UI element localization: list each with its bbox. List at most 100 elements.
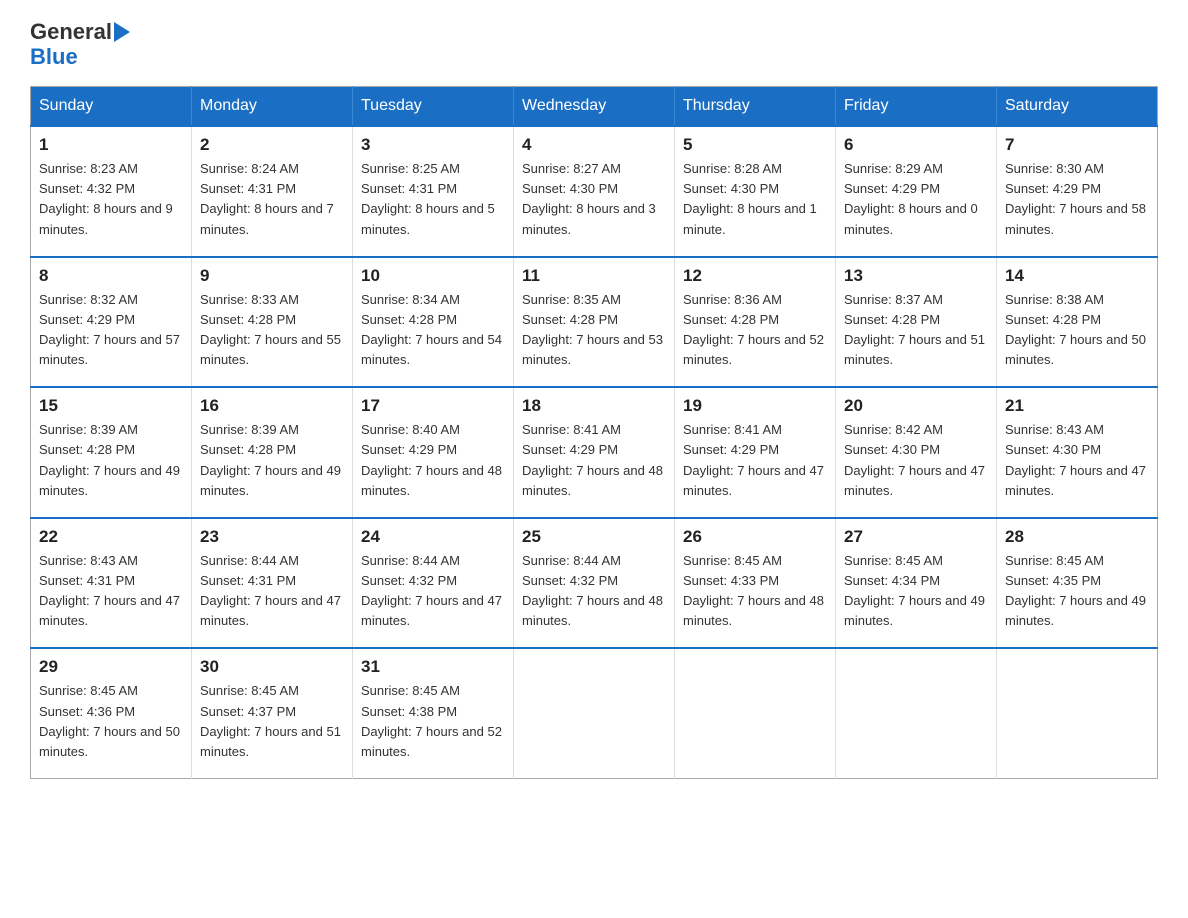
day-info: Sunrise: 8:30 AM Sunset: 4:29 PM Dayligh… [1005,159,1149,240]
day-number: 8 [39,266,183,286]
day-number: 26 [683,527,827,547]
day-info: Sunrise: 8:45 AM Sunset: 4:33 PM Dayligh… [683,551,827,632]
day-number: 29 [39,657,183,677]
day-info: Sunrise: 8:36 AM Sunset: 4:28 PM Dayligh… [683,290,827,371]
day-number: 12 [683,266,827,286]
day-info: Sunrise: 8:23 AM Sunset: 4:32 PM Dayligh… [39,159,183,240]
day-number: 1 [39,135,183,155]
day-number: 21 [1005,396,1149,416]
day-info: Sunrise: 8:44 AM Sunset: 4:32 PM Dayligh… [361,551,505,632]
day-info: Sunrise: 8:42 AM Sunset: 4:30 PM Dayligh… [844,420,988,501]
day-number: 10 [361,266,505,286]
calendar-cell: 20 Sunrise: 8:42 AM Sunset: 4:30 PM Dayl… [836,387,997,518]
day-number: 20 [844,396,988,416]
calendar-cell: 15 Sunrise: 8:39 AM Sunset: 4:28 PM Dayl… [31,387,192,518]
header-saturday: Saturday [997,87,1158,127]
day-number: 16 [200,396,344,416]
day-number: 23 [200,527,344,547]
calendar-week-row: 22 Sunrise: 8:43 AM Sunset: 4:31 PM Dayl… [31,518,1158,649]
day-info: Sunrise: 8:43 AM Sunset: 4:30 PM Dayligh… [1005,420,1149,501]
day-number: 6 [844,135,988,155]
calendar-table: SundayMondayTuesdayWednesdayThursdayFrid… [30,86,1158,779]
logo: General Blue [30,20,130,70]
day-info: Sunrise: 8:45 AM Sunset: 4:35 PM Dayligh… [1005,551,1149,632]
calendar-week-row: 29 Sunrise: 8:45 AM Sunset: 4:36 PM Dayl… [31,648,1158,778]
calendar-cell: 9 Sunrise: 8:33 AM Sunset: 4:28 PM Dayli… [192,257,353,388]
calendar-cell: 13 Sunrise: 8:37 AM Sunset: 4:28 PM Dayl… [836,257,997,388]
day-number: 9 [200,266,344,286]
day-info: Sunrise: 8:38 AM Sunset: 4:28 PM Dayligh… [1005,290,1149,371]
calendar-cell: 18 Sunrise: 8:41 AM Sunset: 4:29 PM Dayl… [514,387,675,518]
day-info: Sunrise: 8:45 AM Sunset: 4:36 PM Dayligh… [39,681,183,762]
calendar-cell [836,648,997,778]
calendar-cell: 24 Sunrise: 8:44 AM Sunset: 4:32 PM Dayl… [353,518,514,649]
day-number: 19 [683,396,827,416]
day-number: 31 [361,657,505,677]
day-number: 28 [1005,527,1149,547]
day-info: Sunrise: 8:33 AM Sunset: 4:28 PM Dayligh… [200,290,344,371]
day-info: Sunrise: 8:39 AM Sunset: 4:28 PM Dayligh… [200,420,344,501]
day-info: Sunrise: 8:34 AM Sunset: 4:28 PM Dayligh… [361,290,505,371]
calendar-cell: 19 Sunrise: 8:41 AM Sunset: 4:29 PM Dayl… [675,387,836,518]
calendar-cell: 3 Sunrise: 8:25 AM Sunset: 4:31 PM Dayli… [353,126,514,257]
header-tuesday: Tuesday [353,87,514,127]
calendar-header-row: SundayMondayTuesdayWednesdayThursdayFrid… [31,87,1158,127]
day-number: 3 [361,135,505,155]
day-number: 14 [1005,266,1149,286]
day-number: 27 [844,527,988,547]
calendar-week-row: 8 Sunrise: 8:32 AM Sunset: 4:29 PM Dayli… [31,257,1158,388]
day-number: 7 [1005,135,1149,155]
calendar-cell: 21 Sunrise: 8:43 AM Sunset: 4:30 PM Dayl… [997,387,1158,518]
day-number: 2 [200,135,344,155]
logo-general: General [30,20,112,44]
calendar-cell: 2 Sunrise: 8:24 AM Sunset: 4:31 PM Dayli… [192,126,353,257]
calendar-cell: 14 Sunrise: 8:38 AM Sunset: 4:28 PM Dayl… [997,257,1158,388]
calendar-cell: 6 Sunrise: 8:29 AM Sunset: 4:29 PM Dayli… [836,126,997,257]
day-info: Sunrise: 8:45 AM Sunset: 4:34 PM Dayligh… [844,551,988,632]
calendar-cell: 25 Sunrise: 8:44 AM Sunset: 4:32 PM Dayl… [514,518,675,649]
day-number: 13 [844,266,988,286]
day-info: Sunrise: 8:25 AM Sunset: 4:31 PM Dayligh… [361,159,505,240]
calendar-cell [675,648,836,778]
day-number: 4 [522,135,666,155]
calendar-cell: 5 Sunrise: 8:28 AM Sunset: 4:30 PM Dayli… [675,126,836,257]
calendar-cell: 10 Sunrise: 8:34 AM Sunset: 4:28 PM Dayl… [353,257,514,388]
day-info: Sunrise: 8:35 AM Sunset: 4:28 PM Dayligh… [522,290,666,371]
calendar-cell: 22 Sunrise: 8:43 AM Sunset: 4:31 PM Dayl… [31,518,192,649]
header-thursday: Thursday [675,87,836,127]
calendar-week-row: 1 Sunrise: 8:23 AM Sunset: 4:32 PM Dayli… [31,126,1158,257]
calendar-cell: 26 Sunrise: 8:45 AM Sunset: 4:33 PM Dayl… [675,518,836,649]
day-info: Sunrise: 8:32 AM Sunset: 4:29 PM Dayligh… [39,290,183,371]
day-number: 30 [200,657,344,677]
day-number: 18 [522,396,666,416]
calendar-cell: 11 Sunrise: 8:35 AM Sunset: 4:28 PM Dayl… [514,257,675,388]
day-number: 17 [361,396,505,416]
header: General Blue [30,20,1158,70]
day-info: Sunrise: 8:45 AM Sunset: 4:38 PM Dayligh… [361,681,505,762]
day-number: 11 [522,266,666,286]
calendar-cell: 1 Sunrise: 8:23 AM Sunset: 4:32 PM Dayli… [31,126,192,257]
calendar-cell: 28 Sunrise: 8:45 AM Sunset: 4:35 PM Dayl… [997,518,1158,649]
calendar-cell: 8 Sunrise: 8:32 AM Sunset: 4:29 PM Dayli… [31,257,192,388]
calendar-cell [997,648,1158,778]
calendar-cell: 29 Sunrise: 8:45 AM Sunset: 4:36 PM Dayl… [31,648,192,778]
day-info: Sunrise: 8:41 AM Sunset: 4:29 PM Dayligh… [522,420,666,501]
header-sunday: Sunday [31,87,192,127]
day-info: Sunrise: 8:39 AM Sunset: 4:28 PM Dayligh… [39,420,183,501]
day-info: Sunrise: 8:29 AM Sunset: 4:29 PM Dayligh… [844,159,988,240]
calendar-cell: 12 Sunrise: 8:36 AM Sunset: 4:28 PM Dayl… [675,257,836,388]
day-number: 22 [39,527,183,547]
day-number: 25 [522,527,666,547]
day-info: Sunrise: 8:41 AM Sunset: 4:29 PM Dayligh… [683,420,827,501]
calendar-cell: 16 Sunrise: 8:39 AM Sunset: 4:28 PM Dayl… [192,387,353,518]
day-info: Sunrise: 8:27 AM Sunset: 4:30 PM Dayligh… [522,159,666,240]
day-number: 24 [361,527,505,547]
day-info: Sunrise: 8:44 AM Sunset: 4:31 PM Dayligh… [200,551,344,632]
logo-arrow-icon [114,22,130,42]
day-info: Sunrise: 8:40 AM Sunset: 4:29 PM Dayligh… [361,420,505,501]
day-number: 5 [683,135,827,155]
day-info: Sunrise: 8:44 AM Sunset: 4:32 PM Dayligh… [522,551,666,632]
calendar-cell [514,648,675,778]
day-info: Sunrise: 8:24 AM Sunset: 4:31 PM Dayligh… [200,159,344,240]
logo-blue: Blue [30,44,78,70]
